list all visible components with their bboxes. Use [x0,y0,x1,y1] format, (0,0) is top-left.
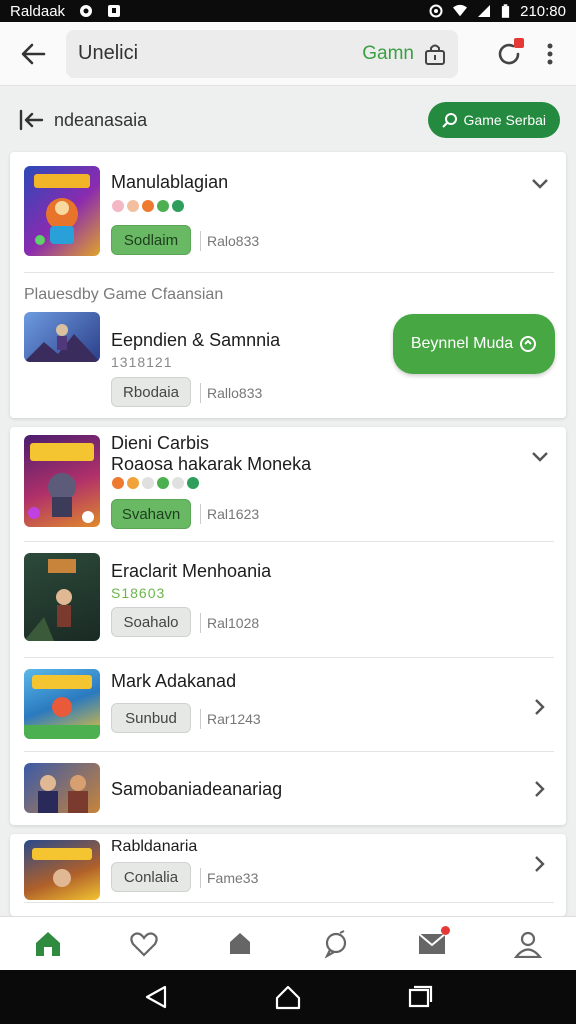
sub-header: ndeanasaia Game Serbai [0,92,576,148]
game-title: Manulablagian [111,172,229,192]
rating-dots [112,477,199,489]
more-menu-button[interactable] [540,37,560,71]
list-item[interactable]: Mark Adakanad Sunbud Rar1243 [10,657,566,751]
status-badge[interactable]: Conlalia [111,862,191,892]
primary-action-button[interactable]: Beynnel Muda [393,314,555,374]
bell-icon [230,932,250,954]
nav-home[interactable] [26,922,70,966]
triangle-back-icon [145,985,167,1009]
system-recents-button[interactable] [400,977,440,1017]
alarm-icon [429,4,443,18]
nav-mail[interactable] [410,922,454,966]
divider [24,902,554,903]
collapse-arrow-icon[interactable] [18,108,44,132]
rating-dots [112,200,184,212]
game-meta: Rallo833 [200,383,262,403]
system-back-button[interactable] [136,977,176,1017]
chat-icon [324,929,347,958]
nav-profile[interactable] [506,922,550,966]
chevron-down-icon[interactable] [530,447,550,467]
mail-badge [441,925,450,935]
game-title: Dieni Carbis [111,433,210,453]
home-icon [36,931,60,956]
list-item[interactable]: Samobaniadeanariag [10,751,566,825]
search-icon [441,113,457,128]
game-thumbnail [24,669,100,739]
game-subtext: 1318121 [111,354,173,370]
search-hint: Gamn [362,42,414,64]
game-title: Rabldanaria [111,838,198,855]
game-meta: Rar1243 [200,709,261,729]
game-meta: Ralo833 [200,231,259,251]
more-vert-icon [547,43,553,64]
carrier-label: Raldaak [10,2,66,20]
game-card-1: Manulablagian Sodlaim Ralo833 Plauesdby … [10,152,566,418]
game-title: Eraclarit Menhoania [111,561,272,581]
app-bar: Unelici Gamn [0,22,576,86]
game-thumbnail [24,840,100,900]
game-thumbnail [24,553,100,641]
game-title: Samobaniadeanariag [111,779,283,799]
list-item[interactable]: Dieni Carbis Roaosa hakarak Moneka Svaha… [10,427,566,541]
chevron-right-icon[interactable] [530,779,550,799]
circle-notif-icon [80,5,93,17]
person-icon [514,931,542,958]
game-thumbnail [24,763,100,813]
status-badge[interactable]: Soahalo [111,607,191,637]
game-meta: Fame33 [200,868,258,888]
game-subtext: S18603 [111,585,166,601]
square-notif-icon [108,5,121,17]
search-input[interactable]: Unelici Gamn [66,29,458,78]
divider [24,272,554,273]
home-outline-icon [275,985,301,1010]
notification-badge [514,37,524,48]
game-search-label: Game Serbai [463,112,546,128]
nav-chat[interactable] [314,922,358,966]
primary-action-label: Beynnel Muda [410,335,514,352]
list-item[interactable]: Manulablagian Sodlaim Ralo833 [10,152,566,272]
chevron-down-icon[interactable] [530,174,550,194]
status-badge[interactable]: Sunbud [111,703,191,733]
recents-icon [408,985,433,1008]
back-button[interactable] [6,27,60,81]
game-title: Mark Adakanad [111,671,237,691]
status-bar: Raldaak 210:80 [0,0,576,22]
clock: 210:80 [520,2,566,20]
back-arrow-icon [21,43,46,64]
refresh-small-icon [520,336,537,352]
heart-icon [130,931,158,957]
game-meta: Ral1028 [200,613,259,633]
bottom-nav [0,916,576,970]
system-home-button[interactable] [268,977,308,1017]
refresh-button[interactable] [492,37,526,71]
list-item[interactable]: Eraclarit Menhoania S18603 Soahalo Ral10… [10,541,566,657]
status-badge[interactable]: Svahavn [111,499,191,529]
game-search-button[interactable]: Game Serbai [427,102,560,138]
status-badge[interactable]: Rbodaia [111,377,191,407]
system-nav-bar [0,970,576,1024]
nav-notifications[interactable] [218,922,262,966]
game-title-line2: Roaosa hakarak Moneka [111,454,312,474]
nav-favorites[interactable] [122,922,166,966]
game-card-2: Dieni Carbis Roaosa hakarak Moneka Svaha… [10,427,566,825]
game-thumbnail [24,166,100,256]
wifi-icon [453,4,468,17]
game-thumbnail [24,435,100,527]
game-thumbnail [24,312,100,362]
section-title: ndeanasaia [54,109,148,130]
signal-icon [478,5,491,17]
game-card-3: Rabldanaria Conlalia Fame33 [10,834,566,916]
game-meta: Ral1623 [200,504,259,524]
search-value: Unelici [78,42,139,64]
chevron-right-icon[interactable] [530,854,550,874]
game-title: Eepndien & Samnnia [111,330,281,350]
chevron-right-icon[interactable] [530,697,550,717]
battery-icon [502,3,510,18]
lock-icon[interactable] [424,42,446,66]
status-badge[interactable]: Sodlaim [111,225,191,255]
list-item[interactable]: Rabldanaria Conlalia Fame33 [10,834,566,916]
